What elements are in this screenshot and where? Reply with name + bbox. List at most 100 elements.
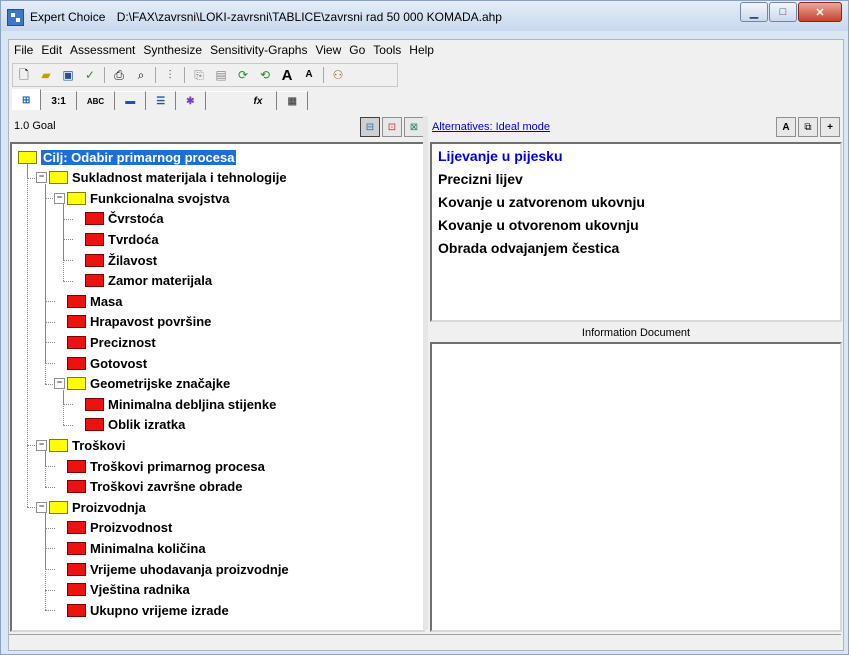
tree-node[interactable]: Troškovi primarnog procesa	[54, 456, 265, 476]
tree-node[interactable]: Masa	[54, 291, 123, 311]
paste-icon[interactable]: ▤	[212, 66, 230, 84]
alternative-item[interactable]: Precizni lijev	[438, 171, 523, 187]
tab-pairwise-numerical[interactable]: 3:1	[41, 91, 77, 110]
toolbar-separator	[104, 67, 105, 83]
tree-node[interactable]: Cilj: Odabir primarnog procesa	[18, 147, 237, 167]
collapse-toggle-icon[interactable]: −	[54, 378, 65, 390]
title-bar[interactable]: Expert Choice D:\FAX\zavrsni\LOKI-zavrsn…	[1, 1, 848, 31]
tree-node[interactable]: Vještina radnika	[54, 580, 190, 600]
information-document-title: Information Document	[430, 324, 842, 342]
tree-expand-icon[interactable]: ⊡	[382, 117, 402, 137]
collapse-toggle-icon[interactable]: −	[36, 501, 47, 513]
tree-node[interactable]: Preciznost	[54, 332, 156, 352]
print-preview-icon[interactable]: ⌕	[132, 66, 150, 84]
tree-node[interactable]: Čvrstoća	[72, 209, 164, 229]
tab-ratings[interactable]: ✱	[176, 91, 206, 110]
menu-tools[interactable]: Tools	[369, 43, 405, 57]
leaf-node-icon	[85, 418, 104, 432]
alternative-item[interactable]: Kovanje u zatvorenom ukovnju	[438, 194, 645, 210]
tree-node[interactable]: − Sukladnost materijala i tehnologije	[36, 168, 287, 188]
menu-file[interactable]: File	[9, 43, 37, 57]
new-file-icon[interactable]: 🗋	[15, 66, 33, 84]
collapse-toggle-icon[interactable]: −	[36, 439, 47, 451]
window-title: Expert Choice D:\FAX\zavrsni\LOKI-zavrsn…	[30, 10, 502, 24]
tree-node[interactable]: Žilavost	[72, 250, 157, 270]
tree-node[interactable]: − Geometrijske značajke	[54, 374, 230, 394]
leaf-node-icon	[85, 232, 104, 246]
tree-node[interactable]: Minimalna debljina stijenke	[72, 394, 276, 414]
leaf-node-icon	[67, 603, 86, 617]
tree-layout-icon[interactable]: ⊠	[404, 117, 424, 137]
menu-go[interactable]: Go	[345, 43, 369, 57]
check-icon[interactable]: ✓	[81, 66, 99, 84]
menu-synthesize[interactable]: Synthesize	[139, 43, 206, 57]
decrease-font-icon[interactable]: A	[300, 66, 318, 84]
information-document-panel[interactable]	[430, 342, 842, 632]
tree-header: 1.0 Goal ⊟ ⊡ ⊠	[10, 116, 426, 138]
leaf-node-icon	[67, 583, 86, 597]
close-icon: ✕	[815, 6, 825, 19]
tree-node[interactable]: − Troškovi	[36, 435, 125, 455]
tree-node[interactable]: Troškovi završne obrade	[54, 477, 242, 497]
tab-graphical[interactable]: ▬	[115, 91, 147, 110]
pane-splitter[interactable]	[423, 116, 428, 630]
tree-node[interactable]: Proizvodnost	[54, 518, 172, 538]
minimize-button[interactable]: ▁	[740, 2, 768, 22]
copy-icon[interactable]: ⎘	[190, 66, 208, 84]
tree-node[interactable]: Ukupno vrijeme izrade	[54, 600, 229, 620]
minimize-icon: ▁	[749, 6, 759, 19]
tree-node[interactable]: Oblik izratka	[72, 415, 185, 435]
alternative-item[interactable]: Obrada odvajanjem čestica	[438, 240, 619, 256]
tab-formula[interactable]: fx	[205, 91, 278, 110]
tree-node[interactable]: − Funkcionalna svojstva	[54, 188, 229, 208]
tree-node[interactable]: Zamor materijala	[72, 271, 212, 291]
tree-view-icon[interactable]: ⊟	[360, 117, 380, 137]
alternative-edit-icon[interactable]: A	[776, 117, 796, 137]
current-node-label: 1.0 Goal	[14, 120, 56, 132]
tree-view-icon: ⊞	[22, 94, 31, 106]
tree-connector	[63, 404, 73, 406]
close-button[interactable]: ✕	[798, 2, 842, 22]
maximize-button[interactable]: □	[769, 2, 797, 22]
tab-data-grid[interactable]: ▦	[277, 91, 308, 110]
collapse-toggle-icon[interactable]: −	[36, 172, 47, 184]
tab-formula-label: fx	[253, 95, 263, 107]
refresh-all-icon[interactable]: ⟲	[256, 66, 274, 84]
tree-node[interactable]: Gotovost	[54, 353, 147, 373]
tree-connector	[45, 466, 55, 467]
tab-tree-view[interactable]: ⊞	[12, 89, 42, 110]
refresh-icon[interactable]: ⟳	[234, 66, 252, 84]
collapse-toggle-icon[interactable]: −	[54, 192, 65, 204]
tree-node[interactable]: Vrijeme uhodavanja proizvodnje	[54, 559, 289, 579]
alternative-item[interactable]: Kovanje u otvorenom ukovnju	[438, 217, 639, 233]
alternative-copy-icon[interactable]: ⧉	[798, 117, 818, 137]
tab-verbal[interactable]: ABC	[76, 91, 116, 110]
tree-node[interactable]: Minimalna količina	[54, 538, 206, 558]
alternative-item[interactable]: Lijevanje u pijesku	[438, 148, 563, 164]
alternative-add-icon[interactable]: +	[820, 117, 840, 137]
increase-font-icon[interactable]: A	[278, 66, 296, 84]
tree-node[interactable]: − Proizvodnja	[36, 497, 146, 517]
alternatives-mode-link[interactable]: Alternatives: Ideal mode	[432, 121, 550, 133]
tree-node-label: Proizvodnost	[90, 520, 173, 536]
tree-node[interactable]: Hrapavost površine	[54, 312, 211, 332]
save-icon[interactable]: ▣	[59, 66, 77, 84]
print-icon[interactable]: ⎙	[110, 66, 128, 84]
menu-help[interactable]: Help	[405, 43, 438, 57]
tree-node-label: Masa	[90, 293, 123, 309]
menu-sensitivity-graphs[interactable]: Sensitivity-Graphs	[206, 43, 311, 57]
tree-connector	[45, 451, 46, 487]
tree-connector	[45, 548, 55, 550]
users-icon[interactable]: ⚇	[329, 66, 347, 84]
menu-assessment[interactable]: Assessment	[66, 43, 139, 57]
menu-edit[interactable]: Edit	[37, 43, 66, 57]
tab-direct[interactable]: ☰	[146, 91, 177, 110]
window-controls: ▁ □ ✕	[739, 2, 842, 22]
menu-view[interactable]: View	[311, 43, 345, 57]
leaf-node-icon	[85, 274, 104, 288]
open-folder-icon[interactable]: ▰	[37, 66, 55, 84]
tree-node[interactable]: Tvrdoća	[72, 229, 159, 249]
tree-connector	[63, 424, 73, 426]
hierarchy-icon[interactable]: ⫶	[161, 66, 179, 84]
leaf-node-icon	[67, 521, 86, 535]
